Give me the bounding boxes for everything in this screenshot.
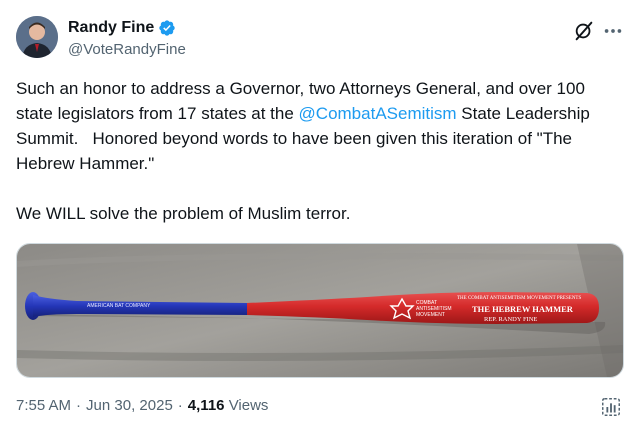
bat-photo: AMERICAN BAT COMPANY COMBAT ANTISEMITISM… bbox=[17, 244, 623, 377]
tweet-date[interactable]: Jun 30, 2025 bbox=[86, 397, 173, 414]
bat-top-text: THE COMBAT ANTISEMITISM MOVEMENT PRESENT… bbox=[457, 296, 581, 301]
grok-icon[interactable] bbox=[573, 20, 595, 42]
views-count: 4,116 bbox=[187, 397, 225, 414]
verified-badge-icon bbox=[159, 20, 175, 36]
bat-handle-text: AMERICAN BAT COMPANY bbox=[87, 303, 151, 309]
meta-separator: · bbox=[177, 397, 183, 414]
tweet-meta: 7:55 AM · Jun 30, 2025 · 4,116 Views bbox=[16, 396, 268, 416]
avatar-image bbox=[16, 16, 58, 58]
author-name-row[interactable]: Randy Fine bbox=[68, 18, 176, 38]
bat-title: THE HEBREW HAMMER bbox=[472, 304, 574, 314]
meta-separator: · bbox=[76, 397, 82, 414]
analytics-icon[interactable] bbox=[600, 396, 622, 418]
views-label: Views bbox=[228, 397, 269, 414]
tweet-time[interactable]: 7:55 AM bbox=[16, 397, 71, 414]
more-options-icon[interactable] bbox=[602, 20, 624, 42]
tweet-photo[interactable]: AMERICAN BAT COMPANY COMBAT ANTISEMITISM… bbox=[16, 243, 624, 378]
tweet-text: Such an honor to address a Governor, two… bbox=[16, 76, 616, 226]
mention-link[interactable]: @CombatASemitism bbox=[299, 104, 457, 123]
bat-sub: REP. RANDY FINE bbox=[484, 316, 537, 323]
author-name[interactable]: Randy Fine bbox=[68, 18, 154, 38]
author-handle[interactable]: @VoteRandyFine bbox=[68, 40, 186, 60]
avatar[interactable] bbox=[16, 16, 58, 58]
bat-logo-line3: MOVEMENT bbox=[416, 312, 445, 318]
